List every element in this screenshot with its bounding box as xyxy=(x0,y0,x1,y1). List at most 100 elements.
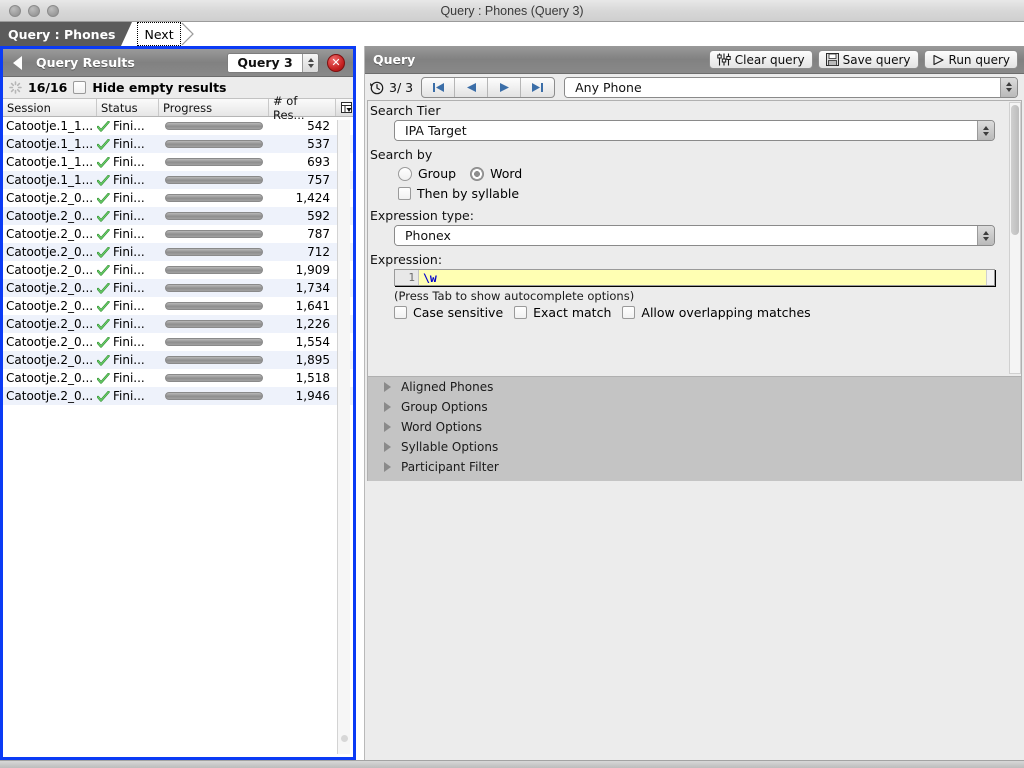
cell-progress xyxy=(159,338,269,346)
cell-status-text: Fini... xyxy=(113,119,145,133)
table-row[interactable]: Catootje.2_0...Fini...1,946 xyxy=(3,387,353,405)
table-row[interactable]: Catootje.2_0...Fini...1,734 xyxy=(3,279,353,297)
status-check-icon xyxy=(97,391,110,402)
section-label: Group Options xyxy=(401,400,488,414)
table-row[interactable]: Catootje.1_1...Fini...537 xyxy=(3,135,353,153)
cell-num-results: 542 xyxy=(269,119,336,133)
next-icon[interactable] xyxy=(488,78,521,97)
chevron-right-icon[interactable] xyxy=(384,442,391,452)
cell-status-text: Fini... xyxy=(113,137,145,151)
save-query-button[interactable]: Save query xyxy=(818,50,919,69)
cell-status: Fini... xyxy=(97,191,159,205)
expression-type-spinner-icon[interactable] xyxy=(977,226,994,245)
search-tier-select[interactable]: IPA Target xyxy=(394,120,995,141)
section-word-options[interactable]: Word Options xyxy=(368,417,1021,437)
table-row[interactable]: Catootje.1_1...Fini...757 xyxy=(3,171,353,189)
results-vertical-scrollbar[interactable] xyxy=(337,120,350,754)
clear-query-button[interactable]: Clear query xyxy=(709,50,813,69)
search-tier-value: IPA Target xyxy=(395,121,977,140)
chevron-right-icon[interactable] xyxy=(384,422,391,432)
section-aligned-phones[interactable]: Aligned Phones xyxy=(368,377,1021,397)
query-form-scrollbar[interactable] xyxy=(1009,102,1021,374)
expression-input[interactable]: \w xyxy=(419,270,986,285)
query-results-header: Query Results Query 3 ✕ xyxy=(3,49,353,77)
query-type-select[interactable]: Any Phone xyxy=(564,77,1018,98)
then-by-syllable-checkbox[interactable] xyxy=(398,187,411,200)
exact-match-checkbox[interactable] xyxy=(514,306,527,319)
case-sensitive-checkbox[interactable] xyxy=(394,306,407,319)
search-by-radios: Group Word xyxy=(398,164,1021,183)
table-row[interactable]: Catootje.1_1...Fini...693 xyxy=(3,153,353,171)
table-row[interactable]: Catootje.2_0...Fini...1,518 xyxy=(3,369,353,387)
cell-session: Catootje.2_0... xyxy=(3,227,97,241)
allow-overlapping-checkbox[interactable] xyxy=(622,306,635,319)
tab-query-phones[interactable]: Query : Phones xyxy=(0,22,121,46)
query-form-scrollbar-thumb[interactable] xyxy=(1011,105,1019,235)
chevron-right-icon[interactable] xyxy=(384,402,391,412)
search-tier-spinner-icon[interactable] xyxy=(977,121,994,140)
run-query-button[interactable]: Run query xyxy=(924,50,1018,69)
table-row[interactable]: Catootje.2_0...Fini...1,909 xyxy=(3,261,353,279)
then-by-syllable-label: Then by syllable xyxy=(417,186,519,201)
cell-status-text: Fini... xyxy=(113,317,145,331)
hide-empty-results-checkbox[interactable] xyxy=(73,81,86,94)
cell-num-results: 1,734 xyxy=(269,281,336,295)
cell-progress xyxy=(159,122,269,130)
history-clock-icon[interactable] xyxy=(369,80,384,95)
column-header-progress[interactable]: Progress xyxy=(159,99,269,116)
table-row[interactable]: Catootje.2_0...Fini...1,226 xyxy=(3,315,353,333)
chevron-right-icon[interactable] xyxy=(384,462,391,472)
table-row[interactable]: Catootje.2_0...Fini...1,554 xyxy=(3,333,353,351)
query-type-select-value: Any Phone xyxy=(565,78,1000,97)
table-row[interactable]: Catootje.2_0...Fini...712 xyxy=(3,243,353,261)
cell-status-text: Fini... xyxy=(113,191,145,205)
table-row[interactable]: Catootje.2_0...Fini...1,424 xyxy=(3,189,353,207)
query-history-navbar: 3/ 3 xyxy=(365,74,1024,100)
cell-num-results: 1,641 xyxy=(269,299,336,313)
close-icon[interactable]: ✕ xyxy=(327,54,345,72)
query-selector-value: Query 3 xyxy=(228,54,302,72)
progress-bar xyxy=(165,248,263,256)
history-nav-buttons xyxy=(421,77,555,98)
column-header-session[interactable]: Session xyxy=(3,99,97,116)
radio-word[interactable] xyxy=(470,167,484,181)
table-row[interactable]: Catootje.2_0...Fini...592 xyxy=(3,207,353,225)
previous-icon[interactable] xyxy=(455,78,488,97)
column-chooser-icon[interactable] xyxy=(336,99,353,116)
status-check-icon xyxy=(97,283,110,294)
skip-to-first-icon[interactable] xyxy=(422,78,455,97)
section-participant-filter[interactable]: Participant Filter xyxy=(368,457,1021,477)
section-syllable-options[interactable]: Syllable Options xyxy=(368,437,1021,457)
exact-match-option: Exact match xyxy=(514,305,611,320)
clear-query-label: Clear query xyxy=(735,53,805,67)
expression-editor[interactable]: 1 \w xyxy=(394,269,995,286)
expression-type-select[interactable]: Phonex xyxy=(394,225,995,246)
skip-to-last-icon[interactable] xyxy=(521,78,554,97)
search-tier-label: Search Tier xyxy=(368,101,1021,120)
column-header-status[interactable]: Status xyxy=(97,99,159,116)
cell-progress xyxy=(159,266,269,274)
table-row[interactable]: Catootje.2_0...Fini...1,641 xyxy=(3,297,353,315)
cell-status: Fini... xyxy=(97,119,159,133)
cell-num-results: 1,226 xyxy=(269,317,336,331)
window-title: Query : Phones (Query 3) xyxy=(0,4,1024,18)
window-titlebar: Query : Phones (Query 3) xyxy=(0,0,1024,22)
back-arrow-icon[interactable] xyxy=(13,56,22,70)
cell-status: Fini... xyxy=(97,155,159,169)
radio-group[interactable] xyxy=(398,167,412,181)
chevron-right-icon[interactable] xyxy=(384,382,391,392)
section-group-options[interactable]: Group Options xyxy=(368,397,1021,417)
query-type-select-spinner-icon[interactable] xyxy=(1000,78,1017,97)
table-row[interactable]: Catootje.2_0...Fini...1,895 xyxy=(3,351,353,369)
floppy-disk-icon xyxy=(826,53,839,66)
cell-num-results: 592 xyxy=(269,209,336,223)
cell-progress xyxy=(159,158,269,166)
tab-next[interactable]: Next xyxy=(137,22,180,46)
column-header-num-results[interactable]: # of Res... xyxy=(269,99,336,116)
spinner-icon xyxy=(9,81,22,94)
cell-status-text: Fini... xyxy=(113,299,145,313)
table-row[interactable]: Catootje.2_0...Fini...787 xyxy=(3,225,353,243)
table-row[interactable]: Catootje.1_1...Fini...542 xyxy=(3,117,353,135)
query-selector-spinner-icon[interactable] xyxy=(302,54,318,72)
query-selector[interactable]: Query 3 xyxy=(227,53,319,73)
